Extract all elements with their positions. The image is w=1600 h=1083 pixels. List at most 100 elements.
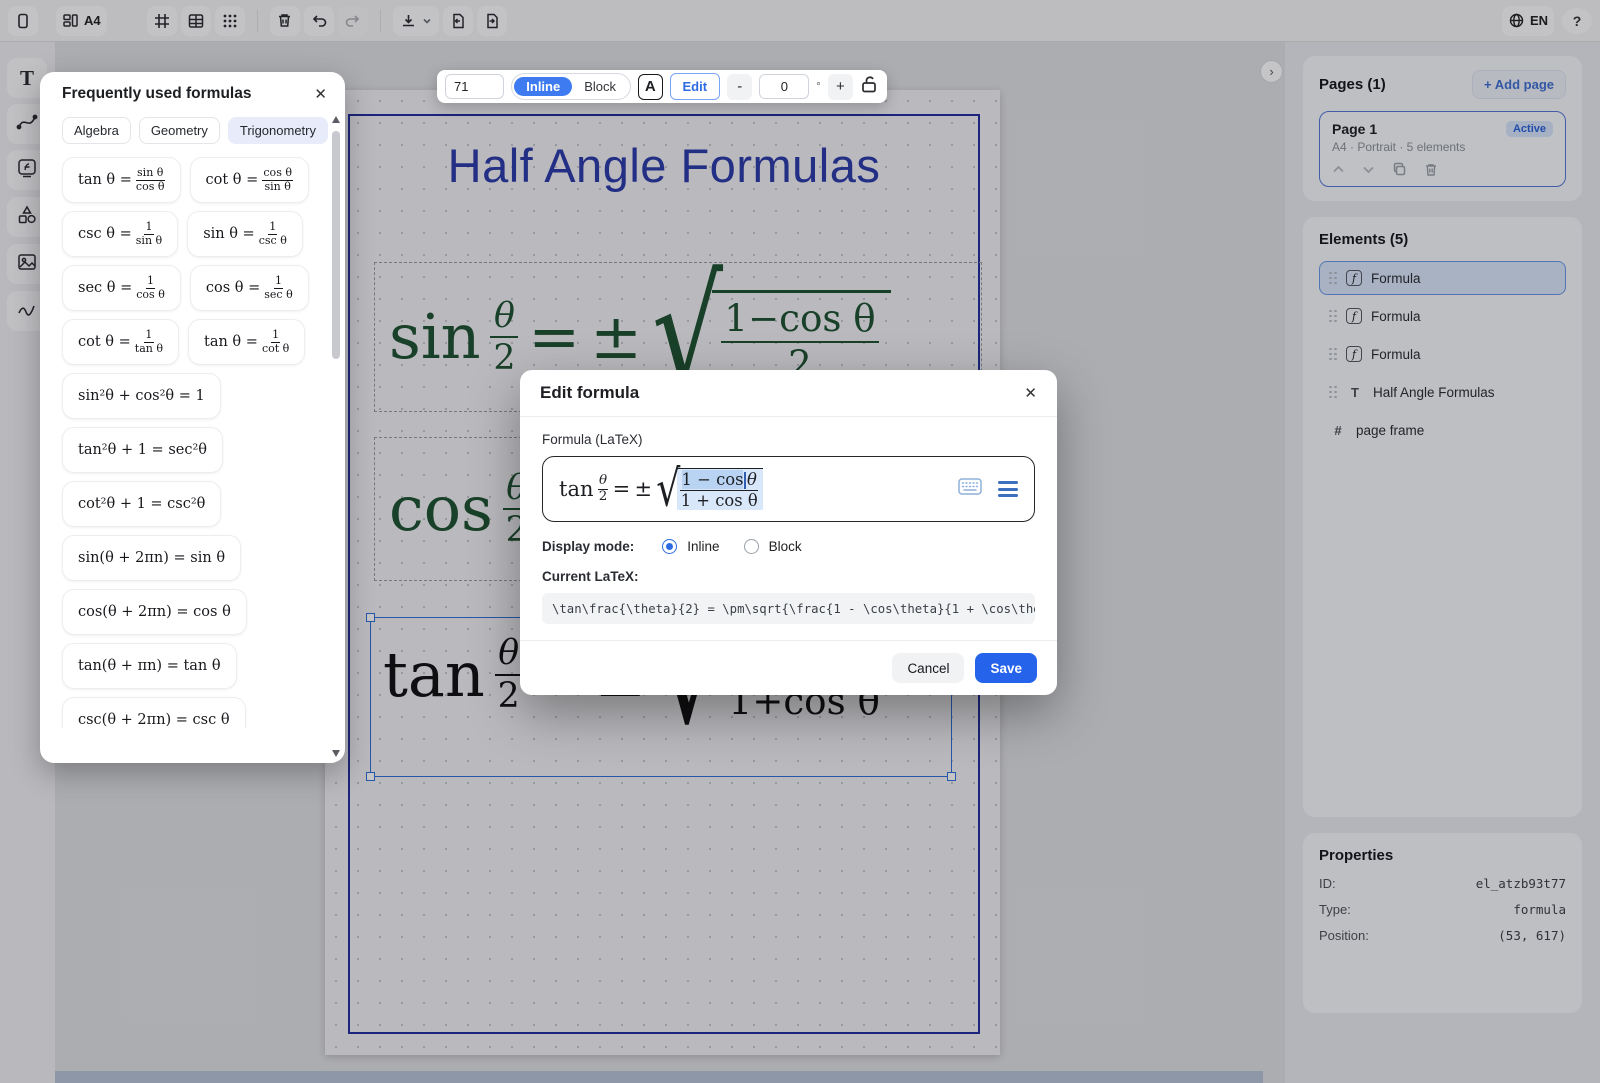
formula-lhs: sec θ = bbox=[78, 280, 132, 296]
formula-preset-button[interactable]: tan θ =sin θcos θ bbox=[62, 157, 181, 203]
formula-preset-button[interactable]: csc(θ + 2πn) = csc θ bbox=[62, 697, 246, 728]
display-inline-button[interactable]: Inline bbox=[514, 77, 572, 96]
formula-fraction: 1sin θ bbox=[136, 221, 162, 246]
rotation-value: 0 bbox=[781, 79, 788, 94]
formula-preset-button[interactable]: sin(θ + 2πn) = sin θ bbox=[62, 535, 241, 581]
rotation-decrease-button[interactable]: - bbox=[727, 74, 752, 100]
formula-row: sec θ =1cos θcos θ =1sec θ bbox=[62, 265, 319, 311]
formula-preset-button[interactable]: cot θ =cos θsin θ bbox=[190, 157, 310, 203]
formula-row: tan θ =sin θcos θcot θ =cos θsin θ bbox=[62, 157, 319, 203]
formula-preset-button[interactable]: sin θ =1csc θ bbox=[187, 211, 303, 257]
scroll-up-icon[interactable] bbox=[332, 116, 340, 123]
display-mode-segment: Inline Block bbox=[511, 73, 631, 100]
math-pm: ± bbox=[634, 479, 652, 500]
panel-scrollbar[interactable] bbox=[331, 116, 341, 757]
fraction-numerator: 1 bbox=[144, 329, 153, 342]
fraction-numerator: 1 bbox=[144, 221, 153, 234]
formulas-panel-title: Frequently used formulas bbox=[62, 85, 251, 103]
fraction-numerator: cos θ bbox=[262, 167, 293, 180]
formula-row: csc(θ + 2πn) = csc θ bbox=[62, 697, 319, 728]
fraction-numerator: 1 bbox=[146, 275, 155, 288]
formula-text: cot²θ + 1 = csc²θ bbox=[78, 496, 205, 512]
formula-preset-button[interactable]: tan(θ + πn) = tan θ bbox=[62, 643, 237, 689]
edit-button[interactable]: Edit bbox=[670, 73, 721, 100]
rotation-increase-button[interactable]: + bbox=[828, 74, 853, 100]
tab-trigonometry[interactable]: Trigonometry bbox=[228, 117, 328, 144]
fraction-denominator: cos θ bbox=[136, 289, 165, 301]
formula-lhs: sin θ = bbox=[203, 226, 255, 242]
radio-inline-label[interactable]: Inline bbox=[687, 539, 719, 554]
keyboard-icon[interactable] bbox=[958, 478, 982, 500]
math-frac-num: θ bbox=[598, 474, 609, 490]
modal-close-button[interactable]: ✕ bbox=[1024, 386, 1037, 401]
formula-row: tan(θ + πn) = tan θ bbox=[62, 643, 319, 689]
rotation-input[interactable]: 0 bbox=[759, 74, 809, 99]
formula-fraction: 1sec θ bbox=[264, 275, 292, 300]
formula-text: sin(θ + 2πn) = sin θ bbox=[78, 550, 225, 566]
edit-formula-modal: Edit formula ✕ Formula (LaTeX) tan θ2 = … bbox=[520, 370, 1057, 695]
formula-preview-input[interactable]: tan θ2 = ± √1 − cosθ1 + cos θ bbox=[542, 456, 1035, 522]
formula-preset-button[interactable]: csc θ =1sin θ bbox=[62, 211, 178, 257]
formula-lhs: csc θ = bbox=[78, 226, 132, 242]
formula-fraction: 1tan θ bbox=[135, 329, 163, 354]
formula-fraction: cos θsin θ bbox=[262, 167, 293, 192]
format-toolbar: 71 Inline Block A Edit - 0 ° + bbox=[437, 70, 887, 103]
formula-fraction: 1csc θ bbox=[259, 221, 287, 246]
current-latex-label: Current LaTeX: bbox=[542, 569, 1035, 584]
sqrt-icon: √ bbox=[656, 470, 680, 507]
formula-text: cos(θ + 2πn) = cos θ bbox=[78, 604, 231, 620]
scrollbar-thumb[interactable] bbox=[332, 131, 340, 359]
fraction-denominator: sin θ bbox=[136, 235, 162, 247]
fraction-denominator: cos θ bbox=[136, 181, 165, 193]
save-button[interactable]: Save bbox=[975, 653, 1037, 683]
formula-latex-label: Formula (LaTeX) bbox=[542, 432, 1035, 447]
scroll-down-icon[interactable] bbox=[332, 750, 340, 757]
radio-block-label[interactable]: Block bbox=[769, 539, 802, 554]
formula-text: sin²θ + cos²θ = 1 bbox=[78, 388, 205, 404]
formula-lhs: tan θ = bbox=[204, 334, 258, 350]
formula-preset-button[interactable]: tan²θ + 1 = sec²θ bbox=[62, 427, 223, 473]
formula-fraction: sin θcos θ bbox=[136, 167, 165, 192]
tab-algebra[interactable]: Algebra bbox=[62, 117, 131, 144]
formula-row: csc θ =1sin θsin θ =1csc θ bbox=[62, 211, 319, 257]
math-frac-den: 2 bbox=[599, 490, 608, 505]
formula-preset-button[interactable]: cos θ =1sec θ bbox=[190, 265, 309, 311]
formula-lhs: cos θ = bbox=[206, 280, 260, 296]
formula-row: sin²θ + cos²θ = 1 bbox=[62, 373, 319, 419]
display-block-button[interactable]: Block bbox=[572, 77, 628, 96]
fraction-denominator: cot θ bbox=[262, 343, 289, 355]
math-rad-den: 1 + cos θ bbox=[681, 491, 758, 509]
formula-preset-button[interactable]: tan θ =1cot θ bbox=[188, 319, 305, 365]
formula-preset-button[interactable]: sec θ =1cos θ bbox=[62, 265, 181, 311]
cancel-button[interactable]: Cancel bbox=[892, 653, 964, 683]
close-icon[interactable]: ✕ bbox=[314, 87, 327, 102]
fraction-denominator: tan θ bbox=[135, 343, 163, 355]
math-rad-num-rest: θ bbox=[747, 470, 757, 489]
formula-row: cot²θ + 1 = csc²θ bbox=[62, 481, 319, 527]
formula-row: tan²θ + 1 = sec²θ bbox=[62, 427, 319, 473]
formula-preset-button[interactable]: sin²θ + cos²θ = 1 bbox=[62, 373, 221, 419]
tab-geometry[interactable]: Geometry bbox=[139, 117, 220, 144]
font-size-input[interactable]: 71 bbox=[445, 74, 504, 99]
display-mode-label: Display mode: bbox=[542, 539, 634, 554]
formula-fraction: 1cot θ bbox=[262, 329, 289, 354]
formula-preset-button[interactable]: cos(θ + 2πn) = cos θ bbox=[62, 589, 247, 635]
formula-lhs: cot θ = bbox=[78, 334, 131, 350]
formula-text: tan(θ + πn) = tan θ bbox=[78, 658, 221, 674]
latex-code: \tan\frac{\theta}{2} = \pm\sqrt{\frac{1 … bbox=[542, 593, 1035, 624]
formula-list: tan θ =sin θcos θcot θ =cos θsin θcsc θ … bbox=[40, 144, 345, 728]
formula-preset-button[interactable]: cot²θ + 1 = csc²θ bbox=[62, 481, 221, 527]
menu-icon[interactable] bbox=[998, 481, 1018, 497]
fraction-numerator: 1 bbox=[268, 221, 277, 234]
bold-button[interactable]: A bbox=[638, 74, 663, 100]
fraction-denominator: sin θ bbox=[264, 181, 290, 193]
unlock-icon[interactable] bbox=[860, 74, 879, 99]
formula-preset-button[interactable]: cot θ =1tan θ bbox=[62, 319, 179, 365]
radio-inline[interactable] bbox=[662, 539, 677, 554]
formula-row: cos(θ + 2πn) = cos θ bbox=[62, 589, 319, 635]
fraction-denominator: sec θ bbox=[264, 289, 292, 301]
fraction-numerator: 1 bbox=[274, 275, 283, 288]
radio-block[interactable] bbox=[744, 539, 759, 554]
formula-fraction: 1cos θ bbox=[136, 275, 165, 300]
app: { "topbar": { "a4_label": "A4", "languag… bbox=[0, 0, 1600, 1083]
